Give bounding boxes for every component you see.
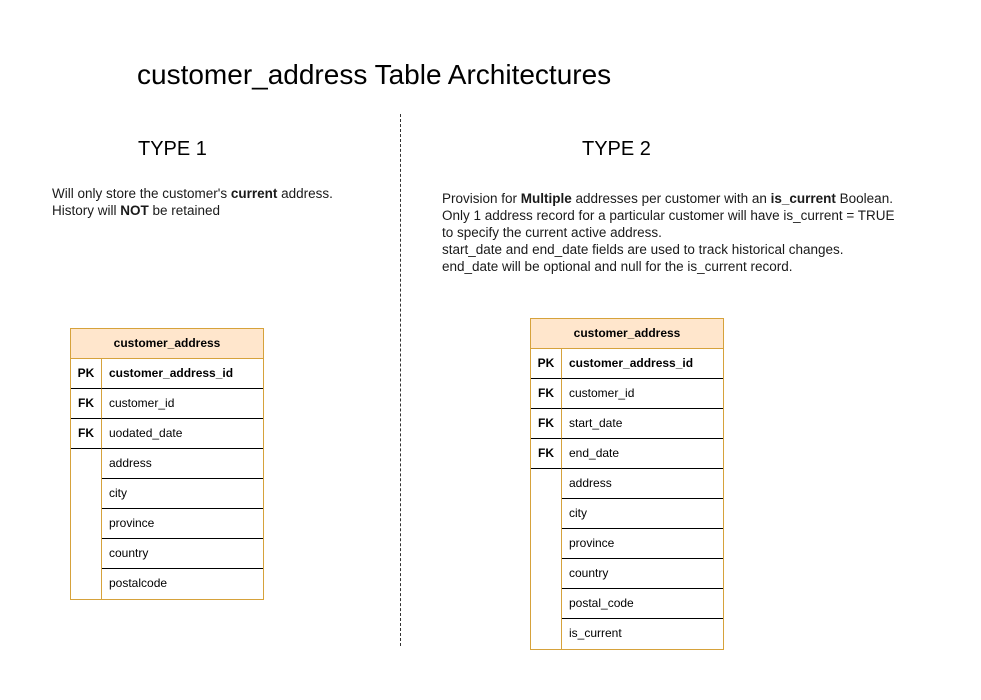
table-row: FK end_date bbox=[531, 439, 723, 469]
key-label bbox=[531, 469, 562, 499]
key-label bbox=[71, 539, 102, 569]
field-name: customer_id bbox=[562, 379, 723, 409]
description-text: addresses per customer with an bbox=[571, 191, 771, 206]
description-emphasis: is_current bbox=[770, 191, 836, 206]
key-label: FK bbox=[531, 379, 562, 409]
description-text: start_date and end_date fields are used … bbox=[442, 242, 844, 257]
description-line: Provision for Multiple addresses per cus… bbox=[442, 190, 895, 207]
field-name: country bbox=[102, 539, 263, 569]
field-name: city bbox=[102, 479, 263, 509]
key-label bbox=[531, 559, 562, 589]
key-label bbox=[71, 509, 102, 539]
description-text: History will bbox=[52, 203, 121, 218]
field-name: province bbox=[102, 509, 263, 539]
field-name: postalcode bbox=[109, 576, 168, 590]
table-row: country bbox=[531, 559, 723, 589]
type2-heading: TYPE 2 bbox=[582, 138, 651, 160]
key-label: FK bbox=[71, 419, 102, 449]
key-label bbox=[71, 569, 102, 599]
description-line: History will NOT be retained bbox=[52, 202, 333, 219]
table-row: province bbox=[71, 509, 263, 539]
table-row: city bbox=[531, 499, 723, 529]
description-emphasis: current bbox=[230, 186, 278, 201]
field-name: customer_address_id bbox=[102, 359, 263, 389]
table-row: country bbox=[71, 539, 263, 569]
key-label: PK bbox=[71, 359, 102, 389]
table-row: PK customer_address_id bbox=[71, 359, 263, 389]
description-line: Only 1 address record for a particular c… bbox=[442, 207, 895, 224]
description-line: end_date will be optional and null for t… bbox=[442, 258, 895, 275]
type1-table: customer_address PK customer_address_id FK c… bbox=[70, 328, 264, 600]
description-text: to specify the current active address. bbox=[442, 225, 662, 240]
description-text: Boolean. bbox=[835, 191, 893, 206]
key-label bbox=[531, 499, 562, 529]
description-text: Only 1 address record for a particular c… bbox=[442, 208, 895, 223]
description-emphasis: NOT bbox=[120, 203, 149, 218]
field-name: country bbox=[562, 559, 723, 589]
table-row: city bbox=[71, 479, 263, 509]
table-row: province bbox=[531, 529, 723, 559]
description-line: to specify the current active address. bbox=[442, 224, 895, 241]
field-name: address bbox=[102, 449, 263, 479]
table-row: postal_code bbox=[531, 589, 723, 619]
table-row: address bbox=[531, 469, 723, 499]
table-row: PK customer_address_id bbox=[531, 349, 723, 379]
type2-table: customer_address PK customer_address_id FK c… bbox=[530, 318, 724, 650]
key-label: FK bbox=[71, 389, 102, 419]
table-name: customer_address bbox=[531, 319, 723, 349]
table-row: postalcode bbox=[71, 569, 263, 599]
description-text: address. bbox=[277, 186, 333, 201]
diagram-title: customer_address Table Architectures bbox=[137, 59, 612, 90]
description-text: Provision for bbox=[442, 191, 521, 206]
description-text: be retained bbox=[148, 203, 221, 218]
type1-description: Will only store the customer's current a… bbox=[52, 185, 333, 219]
table-row: FK uodated_date bbox=[71, 419, 263, 449]
key-label bbox=[71, 479, 102, 509]
field-name: is_current bbox=[569, 626, 622, 640]
description-emphasis: Multiple bbox=[520, 191, 572, 206]
field-name: postal_code bbox=[562, 589, 723, 619]
type1-heading: TYPE 1 bbox=[138, 138, 207, 160]
key-label: FK bbox=[531, 409, 562, 439]
table-row: FK customer_id bbox=[71, 389, 263, 419]
field-name: address bbox=[562, 469, 723, 499]
key-label bbox=[531, 529, 562, 559]
field-name: uodated_date bbox=[102, 419, 263, 449]
key-label bbox=[531, 589, 562, 619]
table-row: FK customer_id bbox=[531, 379, 723, 409]
field-name: start_date bbox=[562, 409, 723, 439]
key-label bbox=[71, 449, 102, 479]
table-name: customer_address bbox=[71, 329, 263, 359]
key-label: FK bbox=[531, 439, 562, 469]
table-row: address bbox=[71, 449, 263, 479]
description-text: Will only store the customer's bbox=[52, 186, 231, 201]
table-row: FK start_date bbox=[531, 409, 723, 439]
field-name: city bbox=[562, 499, 723, 529]
table-row: is_current bbox=[531, 619, 723, 649]
key-label: PK bbox=[531, 349, 562, 379]
field-name: customer_id bbox=[102, 389, 263, 419]
description-line: start_date and end_date fields are used … bbox=[442, 241, 895, 258]
description-text: end_date will be optional and null for t… bbox=[442, 259, 793, 274]
field-name: end_date bbox=[562, 439, 723, 469]
key-label bbox=[531, 619, 562, 649]
description-line: Will only store the customer's current a… bbox=[52, 185, 333, 202]
type2-description: Provision for Multiple addresses per cus… bbox=[442, 190, 895, 275]
section-divider bbox=[400, 114, 401, 646]
field-name: customer_address_id bbox=[562, 349, 723, 379]
field-name: province bbox=[562, 529, 723, 559]
